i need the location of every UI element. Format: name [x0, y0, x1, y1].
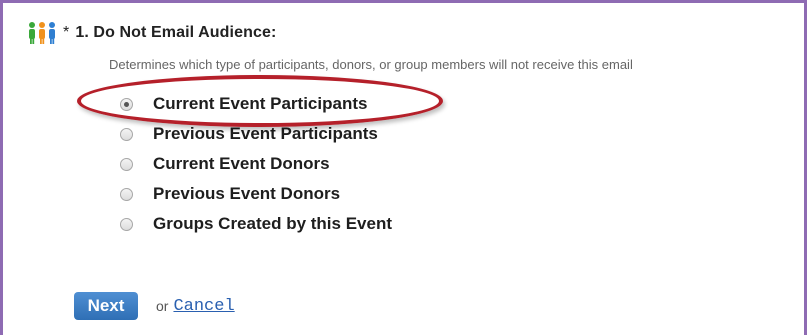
- option-label: Previous Event Participants: [153, 124, 378, 143]
- audience-radio-group: Current Event Participants Previous Even…: [117, 89, 392, 239]
- option-current-event-participants[interactable]: Current Event Participants: [117, 89, 392, 119]
- form-actions: Next or Cancel: [74, 292, 235, 320]
- option-label: Groups Created by this Event: [153, 214, 392, 233]
- radio-current-event-participants[interactable]: [120, 97, 133, 111]
- people-group-icon: [27, 21, 57, 45]
- option-previous-event-donors[interactable]: Previous Event Donors: [117, 179, 392, 209]
- option-label: Current Event Donors: [153, 154, 330, 173]
- option-label: Current Event Participants: [153, 94, 368, 113]
- question-description: Determines which type of participants, d…: [109, 57, 633, 72]
- cancel-link[interactable]: Cancel: [173, 297, 234, 316]
- question-title: * 1. Do Not Email Audience:: [63, 24, 276, 42]
- option-label: Previous Event Donors: [153, 184, 341, 203]
- radio-previous-event-donors[interactable]: [120, 187, 133, 201]
- radio-current-event-donors[interactable]: [120, 157, 133, 171]
- option-current-event-donors[interactable]: Current Event Donors: [117, 149, 392, 179]
- option-groups-created-by-event[interactable]: Groups Created by this Event: [117, 209, 392, 239]
- or-separator: or: [156, 298, 169, 314]
- form-panel: * 1. Do Not Email Audience: Determines wh…: [0, 0, 807, 335]
- option-previous-event-participants[interactable]: Previous Event Participants: [117, 119, 392, 149]
- required-marker: *: [63, 24, 70, 41]
- question-title-text: 1. Do Not Email Audience:: [75, 24, 277, 41]
- question-header: * 1. Do Not Email Audience:: [27, 19, 276, 47]
- radio-groups-created-by-event[interactable]: [120, 217, 133, 231]
- next-button[interactable]: Next: [74, 292, 138, 320]
- radio-previous-event-participants[interactable]: [120, 127, 133, 141]
